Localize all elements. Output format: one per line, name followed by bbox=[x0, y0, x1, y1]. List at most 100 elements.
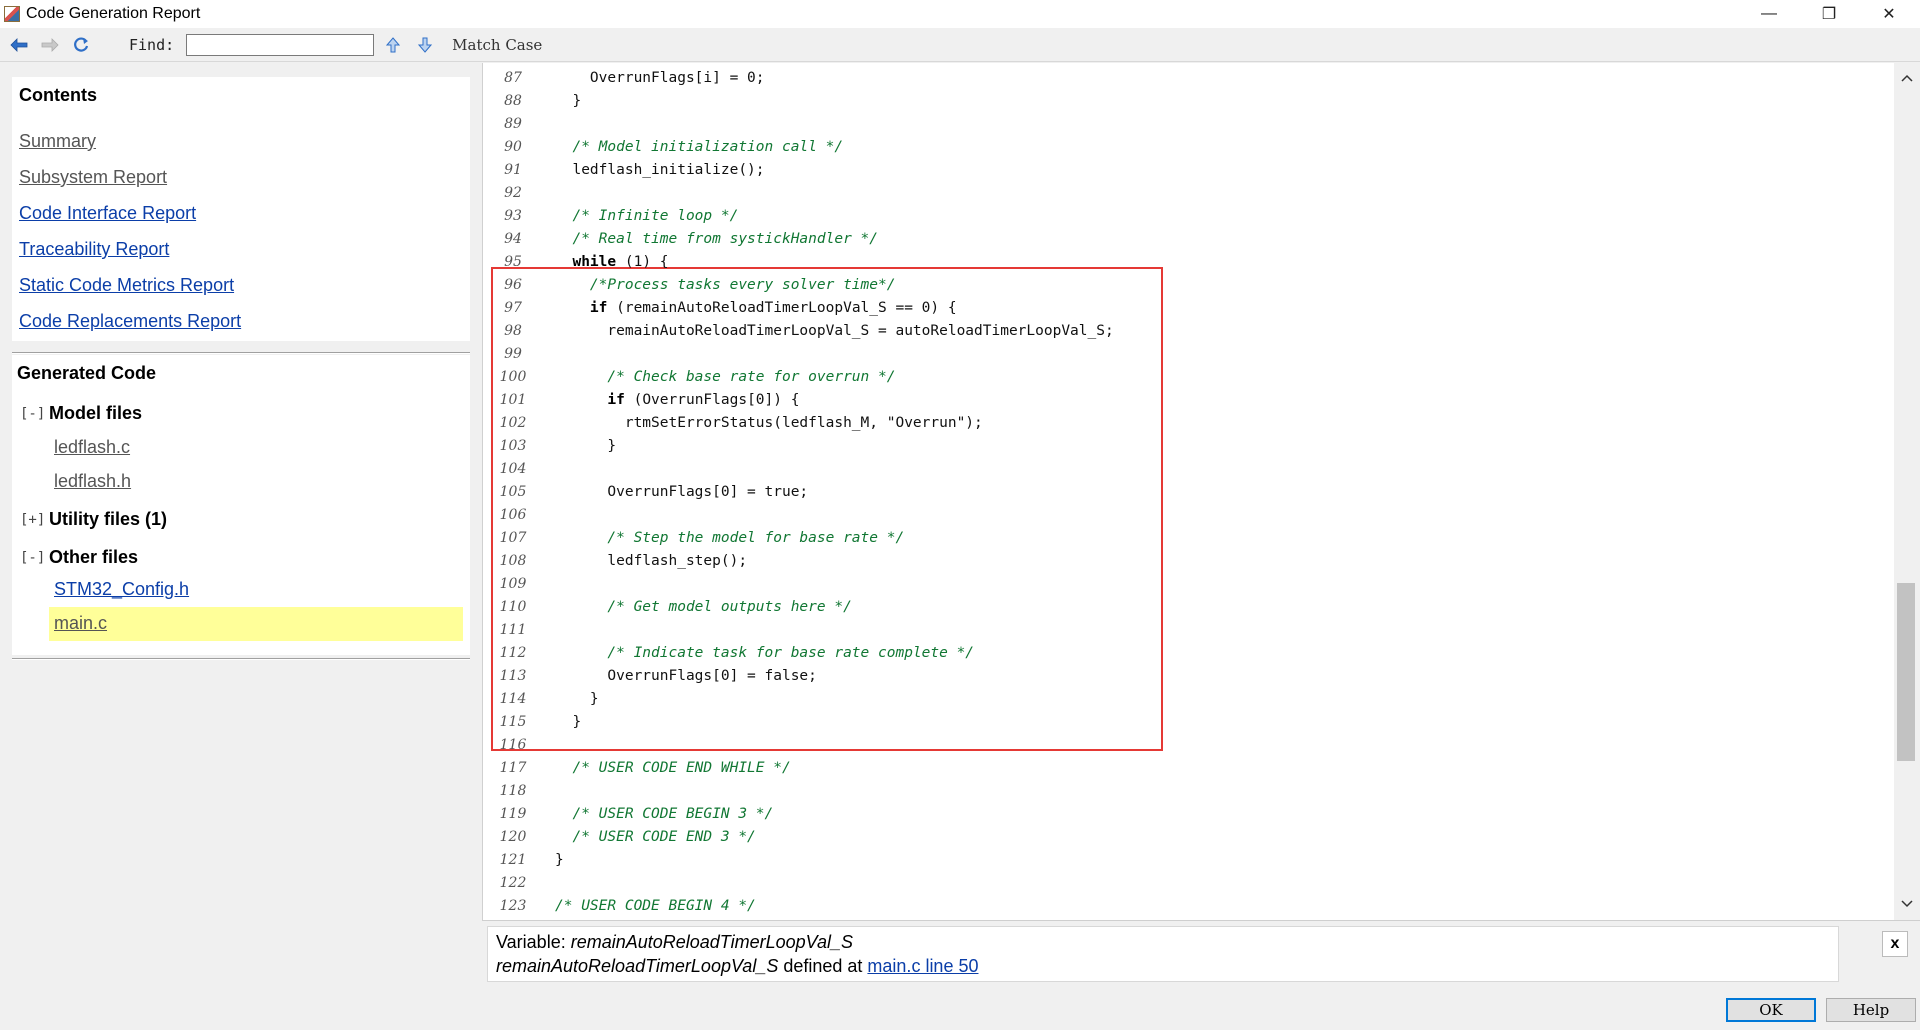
code-text: remainAutoReloadTimerLoopVal_S = autoRel… bbox=[555, 323, 1114, 339]
line-number: 90 bbox=[504, 139, 522, 155]
code-text: rtmSetErrorStatus(ledflash_M, "Overrun")… bbox=[555, 415, 983, 431]
code-text: /* Check base rate for overrun */ bbox=[555, 369, 896, 385]
file-link-stm32-config-h[interactable]: STM32_Config.h bbox=[54, 579, 189, 600]
contents-title: Contents bbox=[19, 85, 97, 105]
code-text: /*Process tasks every solver time*/ bbox=[555, 277, 896, 293]
link-summary[interactable]: Summary bbox=[19, 131, 96, 152]
find-next-icon[interactable] bbox=[412, 33, 438, 57]
line-number: 101 bbox=[499, 392, 527, 408]
code-text: /* USER CODE BEGIN 4 */ bbox=[555, 898, 756, 914]
line-number: 98 bbox=[504, 323, 522, 339]
line-number: 88 bbox=[504, 93, 522, 109]
close-window-button[interactable]: ✕ bbox=[1860, 0, 1918, 28]
contents-section: Contents Summary Subsystem Report Code I… bbox=[12, 77, 470, 341]
code-text: ledflash_initialize(); bbox=[555, 162, 765, 178]
minimize-button[interactable]: — bbox=[1740, 0, 1798, 28]
code-text: ledflash_step(); bbox=[555, 553, 748, 569]
link-traceability-report[interactable]: Traceability Report bbox=[19, 239, 169, 260]
line-number: 111 bbox=[499, 622, 527, 638]
line-number: 89 bbox=[504, 116, 522, 132]
line-number: 123 bbox=[499, 898, 527, 914]
line-number: 120 bbox=[499, 829, 527, 845]
find-previous-icon[interactable] bbox=[380, 33, 406, 57]
line-number: 122 bbox=[499, 875, 527, 891]
code-text: if (OverrunFlags[0]) { bbox=[607, 392, 800, 408]
line-number: 106 bbox=[499, 507, 527, 523]
link-subsystem-report[interactable]: Subsystem Report bbox=[19, 167, 167, 188]
link-code-replacements-report[interactable]: Code Replacements Report bbox=[19, 311, 241, 332]
other-files-label[interactable]: Other files bbox=[49, 547, 138, 568]
scroll-up-icon[interactable] bbox=[1894, 67, 1920, 89]
code-text: } bbox=[555, 438, 617, 454]
utility-files-label[interactable]: Utility files (1) bbox=[49, 509, 167, 530]
generated-code-title: Generated Code bbox=[17, 363, 157, 383]
line-number: 112 bbox=[499, 645, 527, 661]
link-code-interface-report[interactable]: Code Interface Report bbox=[19, 203, 196, 224]
code-text: /* Model initialization call */ bbox=[555, 139, 844, 155]
file-link-ledflash-h[interactable]: ledflash.h bbox=[54, 471, 131, 492]
code-text: /* Indicate task for base rate complete … bbox=[555, 645, 975, 661]
vertical-scrollbar[interactable] bbox=[1894, 63, 1920, 920]
line-number: 96 bbox=[504, 277, 522, 293]
variable-info-box: Variable: remainAutoReloadTimerLoopVal_S… bbox=[487, 926, 1839, 982]
line-number: 100 bbox=[499, 369, 527, 385]
line-number: 102 bbox=[499, 415, 527, 431]
model-files-toggle[interactable]: [-] bbox=[20, 406, 45, 422]
variable-info-line: Variable: remainAutoReloadTimerLoopVal_S bbox=[496, 932, 853, 953]
line-number: 115 bbox=[499, 714, 527, 730]
code-view[interactable]: 86 for (i=0;i<1;i++) {87 OverrunFlags[i]… bbox=[482, 63, 1894, 920]
line-number: 87 bbox=[504, 70, 522, 86]
ok-button[interactable]: OK bbox=[1726, 998, 1816, 1022]
line-number: 119 bbox=[499, 806, 527, 822]
file-link-ledflash-c[interactable]: ledflash.c bbox=[54, 437, 130, 458]
line-number: 91 bbox=[504, 162, 522, 178]
scroll-down-icon[interactable] bbox=[1894, 893, 1920, 915]
code-text: } bbox=[555, 93, 582, 109]
line-number: 95 bbox=[504, 254, 522, 270]
file-link-main-c[interactable]: main.c bbox=[54, 613, 107, 634]
help-button[interactable]: Help bbox=[1826, 998, 1916, 1022]
utility-files-toggle[interactable]: [+] bbox=[20, 512, 45, 528]
definition-link[interactable]: main.c line 50 bbox=[867, 956, 978, 976]
divider bbox=[12, 352, 470, 354]
app-icon bbox=[4, 6, 20, 22]
line-number: 107 bbox=[499, 530, 527, 546]
divider bbox=[12, 658, 470, 660]
scroll-thumb[interactable] bbox=[1897, 583, 1915, 761]
code-text: if (remainAutoReloadTimerLoopVal_S == 0)… bbox=[589, 300, 957, 316]
line-number: 94 bbox=[504, 231, 522, 247]
definition-info-line: remainAutoReloadTimerLoopVal_S defined a… bbox=[496, 956, 978, 977]
dialog-button-bar: OK Help bbox=[0, 986, 1920, 1030]
selected-file-highlight bbox=[49, 607, 463, 641]
back-arrow-icon[interactable] bbox=[7, 33, 31, 57]
code-text: /* Get model outputs here */ bbox=[555, 599, 852, 615]
line-number: 105 bbox=[499, 484, 527, 500]
maximize-button[interactable]: ❐ bbox=[1800, 0, 1858, 28]
code-text: /* USER CODE END WHILE */ bbox=[555, 760, 791, 776]
find-input[interactable] bbox=[186, 33, 375, 56]
line-number: 92 bbox=[504, 185, 522, 201]
defined-text: defined at bbox=[778, 956, 868, 976]
line-number: 114 bbox=[499, 691, 527, 707]
navigation-panel: Contents Summary Subsystem Report Code I… bbox=[0, 63, 482, 986]
forward-arrow-icon[interactable] bbox=[38, 33, 62, 57]
variable-prefix: Variable: bbox=[496, 932, 571, 952]
code-text: while (1) { bbox=[572, 254, 669, 270]
code-text: /* Real time from systickHandler */ bbox=[555, 231, 879, 247]
code-text: /* Step the model for base rate */ bbox=[555, 530, 905, 546]
defined-name: remainAutoReloadTimerLoopVal_S bbox=[496, 956, 779, 976]
code-text: /* USER CODE BEGIN 3 */ bbox=[555, 806, 774, 822]
line-number: 110 bbox=[499, 599, 527, 615]
other-files-toggle[interactable]: [-] bbox=[20, 550, 45, 566]
match-case-toggle[interactable]: Match Case bbox=[452, 36, 542, 54]
model-files-label[interactable]: Model files bbox=[49, 403, 142, 424]
find-label: Find: bbox=[129, 35, 175, 54]
line-number: 99 bbox=[504, 346, 522, 362]
code-text: /* USER CODE END 3 */ bbox=[555, 829, 756, 845]
code-text: } bbox=[555, 852, 564, 868]
link-static-code-metrics-report[interactable]: Static Code Metrics Report bbox=[19, 275, 234, 296]
refresh-icon[interactable] bbox=[69, 33, 93, 57]
close-info-button[interactable]: x bbox=[1882, 931, 1908, 957]
line-number: 97 bbox=[504, 300, 522, 316]
window-title: Code Generation Report bbox=[26, 5, 201, 22]
